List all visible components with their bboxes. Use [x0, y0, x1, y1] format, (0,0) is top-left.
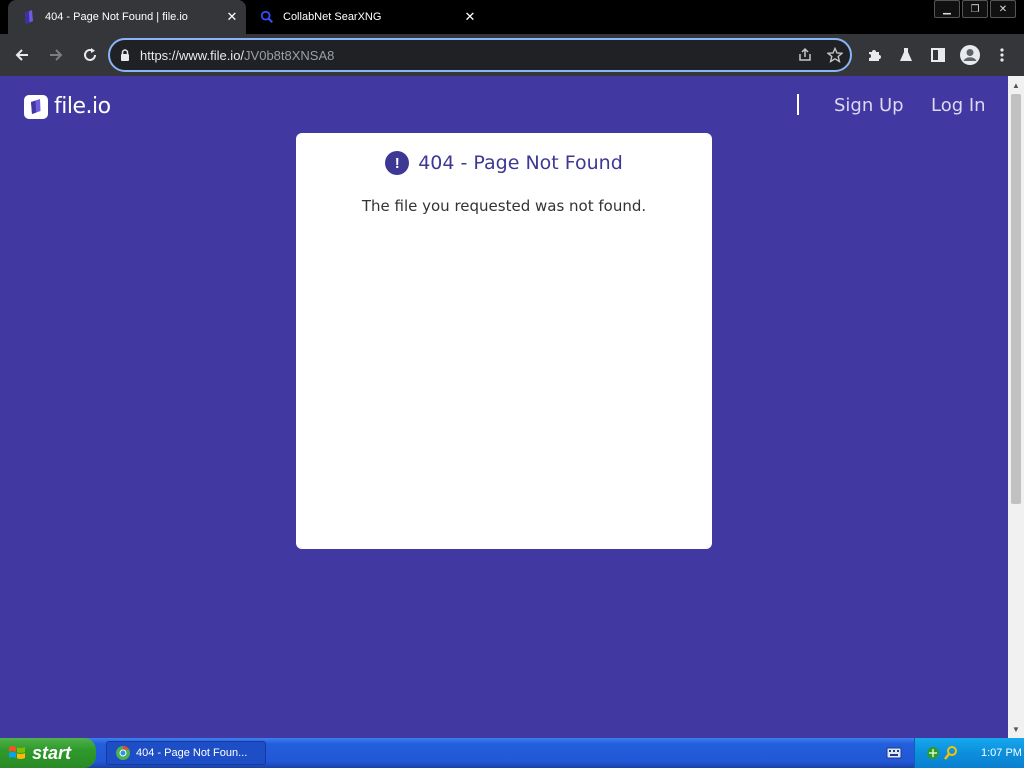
brand-name: file.io: [54, 94, 111, 119]
windows-taskbar: start 404 - Page Not Foun... 1:07 PM: [0, 738, 1024, 768]
network-icon[interactable]: [925, 745, 941, 761]
menu-kebab-icon[interactable]: [986, 39, 1018, 71]
login-link[interactable]: Log In: [931, 95, 986, 116]
page-scrollbar[interactable]: ▲ ▼: [1008, 76, 1024, 738]
share-icon[interactable]: [790, 40, 820, 70]
reload-icon[interactable]: [74, 39, 106, 71]
brand-logo-link[interactable]: file.io: [24, 94, 111, 119]
system-tray: 1:07 PM: [914, 738, 1024, 768]
scroll-up-icon[interactable]: ▲: [1008, 78, 1024, 92]
taskbar-item-label: 404 - Page Not Foun...: [136, 747, 248, 759]
magnifier-icon[interactable]: [943, 745, 959, 761]
tab-searxng[interactable]: CollabNet SearXNG ✕: [250, 0, 484, 34]
url-text[interactable]: https://www.file.io/JV0b8t8XNSA8: [140, 48, 790, 63]
url-host: https://www.file.io/: [140, 47, 245, 63]
clock: 1:07 PM: [981, 747, 1022, 759]
taskbar-item-browser[interactable]: 404 - Page Not Foun...: [106, 741, 266, 765]
extensions-icon[interactable]: [858, 39, 890, 71]
tab-fileio[interactable]: 404 - Page Not Found | file.io ✕: [8, 0, 246, 34]
exclamation-alert-icon: !: [385, 151, 410, 175]
tab-title: CollabNet SearXNG: [283, 11, 382, 23]
restore-icon[interactable]: ❐: [962, 0, 988, 18]
profile-avatar-icon[interactable]: [954, 39, 986, 71]
error-title: 404 - Page Not Found: [418, 152, 623, 174]
error-card: ! 404 - Page Not Found The file you requ…: [296, 133, 712, 549]
scroll-thumb[interactable]: [1011, 94, 1021, 504]
toolbar-actions: [858, 39, 1018, 71]
forward-icon[interactable]: [40, 39, 72, 71]
chrome-icon: [116, 745, 130, 760]
page-viewport: file.io Sign Up Log In ! 404 - Page Not …: [0, 76, 1008, 738]
address-bar[interactable]: https://www.file.io/JV0b8t8XNSA8: [108, 38, 852, 72]
lock-icon[interactable]: [120, 49, 130, 61]
fileio-logo-icon: [24, 94, 48, 119]
tab-title: 404 - Page Not Found | file.io: [45, 11, 188, 23]
scroll-down-icon[interactable]: ▼: [1008, 722, 1024, 736]
close-window-icon[interactable]: ✕: [990, 0, 1016, 18]
minimize-icon[interactable]: ▁: [934, 0, 960, 18]
close-tab-icon[interactable]: ✕: [460, 7, 480, 27]
window-controls: ▁ ❐ ✕: [934, 0, 1016, 18]
tab-strip: 404 - Page Not Found | file.io ✕ CollabN…: [0, 0, 1024, 34]
url-path: JV0b8t8XNSA8: [244, 47, 335, 63]
fileio-favicon-icon: [22, 10, 36, 24]
close-tab-icon[interactable]: ✕: [222, 7, 242, 27]
browser-toolbar: https://www.file.io/JV0b8t8XNSA8: [0, 34, 1024, 76]
labs-flask-icon[interactable]: [890, 39, 922, 71]
keyboard-icon[interactable]: [886, 746, 902, 760]
error-header: ! 404 - Page Not Found: [296, 151, 712, 175]
nav-divider: [797, 94, 799, 115]
side-panel-icon[interactable]: [922, 39, 954, 71]
signup-link[interactable]: Sign Up: [834, 95, 904, 116]
back-icon[interactable]: [6, 39, 38, 71]
start-label: start: [32, 742, 72, 763]
search-favicon-icon: [260, 10, 274, 24]
windows-flag-icon: [9, 746, 25, 760]
start-button[interactable]: start: [0, 738, 96, 768]
error-message: The file you requested was not found.: [361, 197, 647, 215]
bookmark-star-icon[interactable]: [820, 40, 850, 70]
